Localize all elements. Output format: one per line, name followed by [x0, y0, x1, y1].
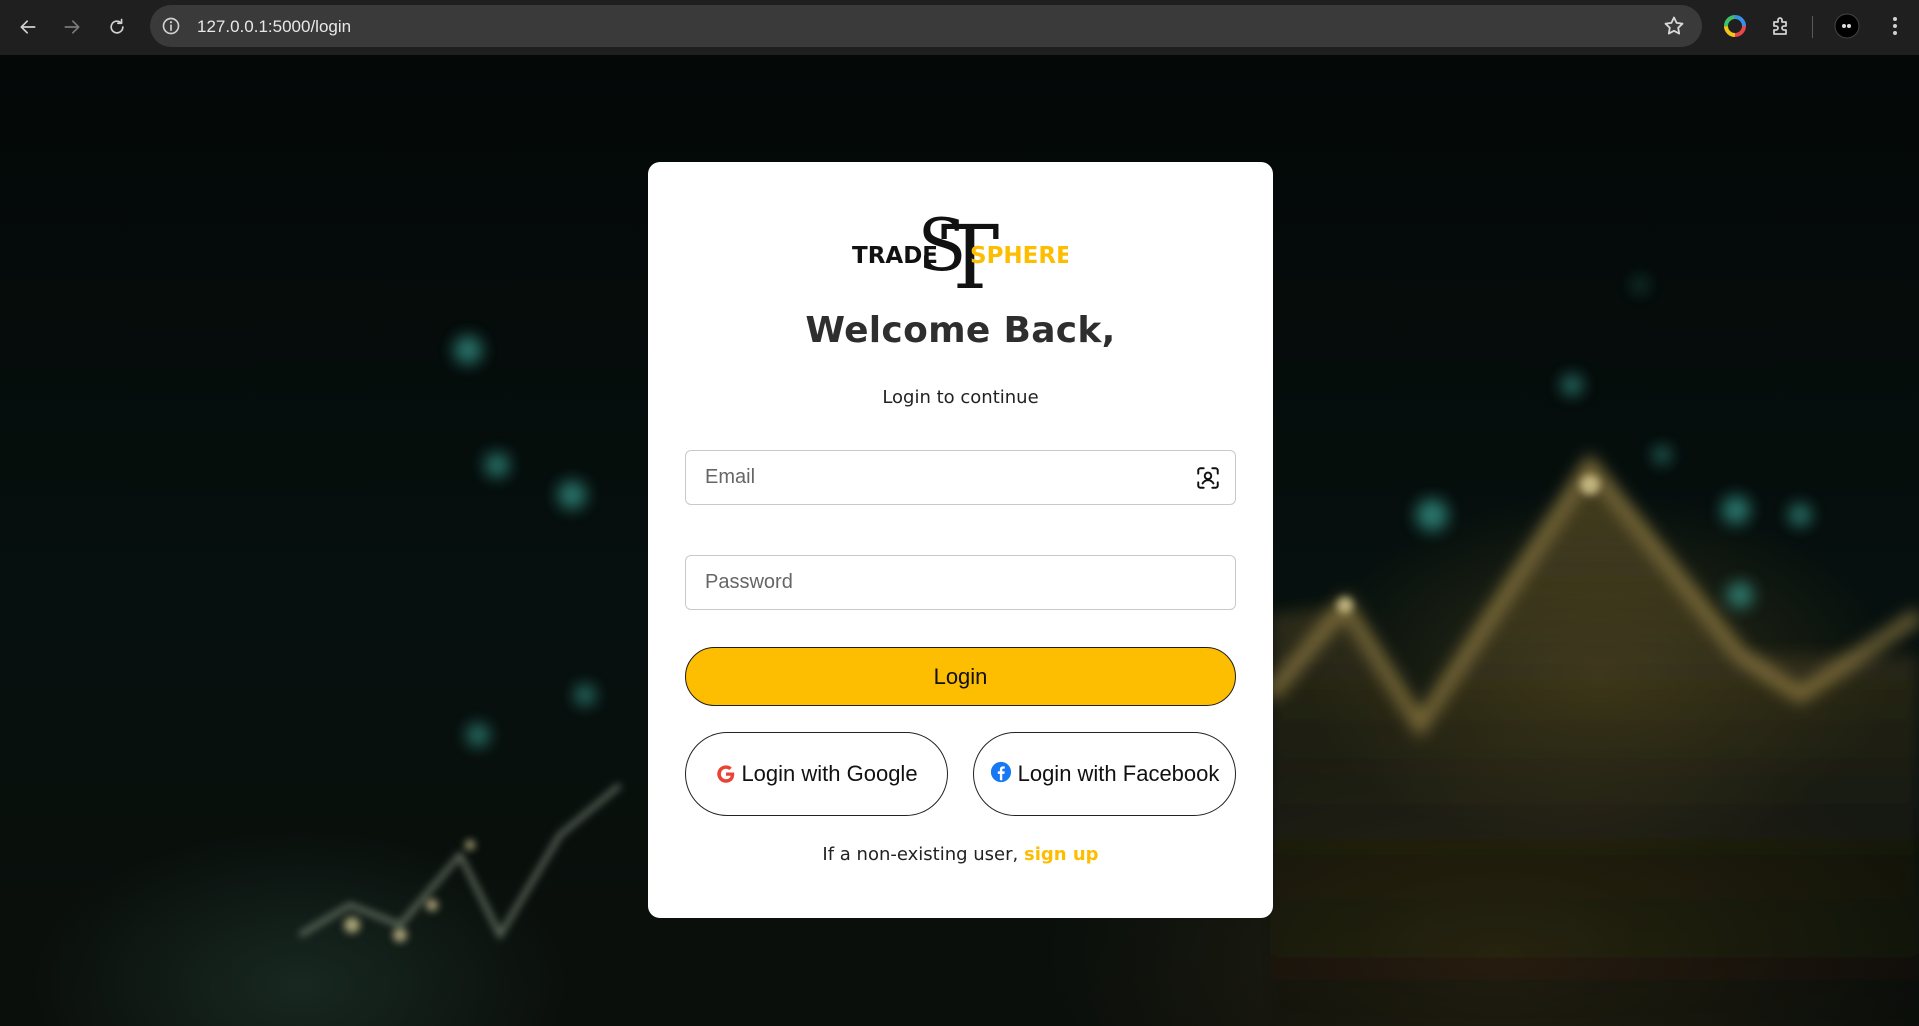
facebook-button-label: Login with Facebook — [1017, 761, 1220, 786]
page-subtitle: Login to continue — [882, 387, 1039, 408]
browser-toolbar: 127.0.0.1:5000/login — [0, 0, 1919, 55]
back-icon[interactable] — [13, 12, 43, 42]
logo-word-right: SPHERE — [970, 243, 1068, 269]
login-google-button[interactable]: Login with Google — [685, 732, 948, 816]
extensions-icon[interactable] — [1768, 13, 1794, 39]
google-icon — [717, 765, 735, 783]
star-icon[interactable] — [1662, 14, 1686, 38]
password-input[interactable] — [686, 556, 1235, 609]
user-scan-icon — [1197, 467, 1219, 489]
url-text: 127.0.0.1:5000/login — [197, 17, 352, 36]
email-input[interactable] — [686, 451, 1235, 504]
tradesphere-logo: S T TRADE SPHERE — [852, 200, 1072, 309]
signup-prompt: If a non-existing user, sign up — [648, 844, 1273, 865]
signup-prefix: If a non-existing user, — [822, 844, 1019, 865]
google-button-label: Login with Google — [741, 761, 918, 786]
facebook-icon — [990, 761, 1011, 783]
password-field-wrapper — [685, 555, 1236, 610]
toolbar-divider — [1812, 16, 1813, 38]
email-field-wrapper — [685, 450, 1236, 505]
signup-link[interactable]: sign up — [1024, 844, 1099, 865]
profile-avatar[interactable] — [1834, 13, 1860, 39]
color-picker-extension-icon[interactable] — [1722, 13, 1748, 39]
page-title: Welcome Back, — [805, 310, 1116, 351]
menu-icon[interactable] — [1882, 13, 1908, 39]
login-facebook-button[interactable]: Login with Facebook — [973, 732, 1236, 816]
reload-icon[interactable] — [102, 12, 132, 42]
login-button[interactable]: Login — [685, 647, 1236, 706]
login-card: S T TRADE SPHERE Welcome Back, Login to … — [648, 162, 1273, 918]
forward-icon[interactable] — [57, 12, 87, 42]
logo-word-left: TRADE — [852, 243, 938, 269]
site-info-icon[interactable] — [160, 15, 182, 37]
address-bar[interactable]: 127.0.0.1:5000/login — [150, 5, 1702, 47]
